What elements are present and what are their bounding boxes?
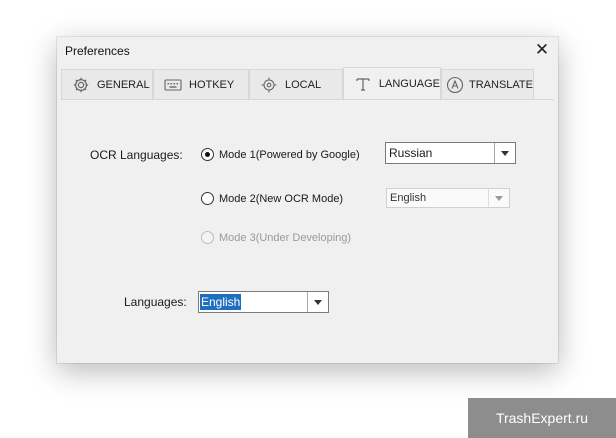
tab-hotkey-label: HOTKEY bbox=[189, 78, 235, 91]
chevron-down-icon bbox=[488, 189, 509, 207]
mode2-label: Mode 2(New OCR Mode) bbox=[219, 192, 344, 205]
tab-language[interactable]: LANGUAGE bbox=[343, 67, 441, 100]
chevron-down-icon bbox=[494, 143, 515, 163]
tab-translate-label: TRANSLATE bbox=[469, 78, 533, 91]
mode3-label: Mode 3(Under Developing) bbox=[219, 231, 352, 244]
ocr-languages-label: OCR Languages: bbox=[90, 148, 183, 162]
tab-bar: GENERAL HOTKEY LOCAL LANGUAGE TRANSLATE bbox=[61, 67, 554, 100]
mode3-radio[interactable]: Mode 3(Under Developing) bbox=[201, 231, 351, 244]
gear-icon bbox=[71, 75, 91, 95]
radio-dot bbox=[201, 148, 214, 161]
mode2-radio[interactable]: Mode 2(New OCR Mode) bbox=[201, 192, 343, 205]
mode1-radio[interactable]: Mode 1(Powered by Google) bbox=[201, 148, 360, 161]
tab-hotkey[interactable]: HOTKEY bbox=[153, 69, 249, 99]
preferences-window: Preferences ✕ GENERAL HOTKEY LOCAL LANGU… bbox=[57, 37, 558, 363]
translate-a-icon bbox=[445, 75, 465, 95]
close-icon[interactable]: ✕ bbox=[532, 39, 552, 61]
tab-general[interactable]: GENERAL bbox=[61, 69, 153, 99]
tab-local-label: LOCAL bbox=[285, 78, 322, 91]
language-panel: OCR Languages: Mode 1(Powered by Google)… bbox=[61, 99, 554, 362]
mode1-language-value: Russian bbox=[389, 146, 433, 160]
mode2-language-value: English bbox=[390, 192, 427, 204]
radio-dot bbox=[201, 192, 214, 205]
mode2-language-dropdown[interactable]: English bbox=[386, 188, 510, 208]
radio-dot bbox=[201, 231, 214, 244]
tab-general-label: GENERAL bbox=[97, 78, 150, 91]
languages-value: English bbox=[200, 294, 242, 310]
text-t-icon bbox=[353, 74, 373, 94]
tab-translate[interactable]: TRANSLATE bbox=[441, 69, 534, 99]
languages-label: Languages: bbox=[124, 295, 187, 309]
mode1-label: Mode 1(Powered by Google) bbox=[219, 148, 360, 161]
window-title: Preferences bbox=[65, 44, 130, 58]
tab-local[interactable]: LOCAL bbox=[249, 69, 343, 99]
mode1-language-dropdown[interactable]: Russian bbox=[385, 142, 516, 164]
watermark: TrashExpert.ru bbox=[468, 398, 616, 438]
chevron-down-icon bbox=[307, 292, 328, 312]
target-icon bbox=[259, 75, 279, 95]
languages-dropdown[interactable]: English bbox=[198, 291, 329, 313]
keyboard-icon bbox=[163, 75, 183, 95]
tab-language-label: LANGUAGE bbox=[378, 78, 440, 90]
